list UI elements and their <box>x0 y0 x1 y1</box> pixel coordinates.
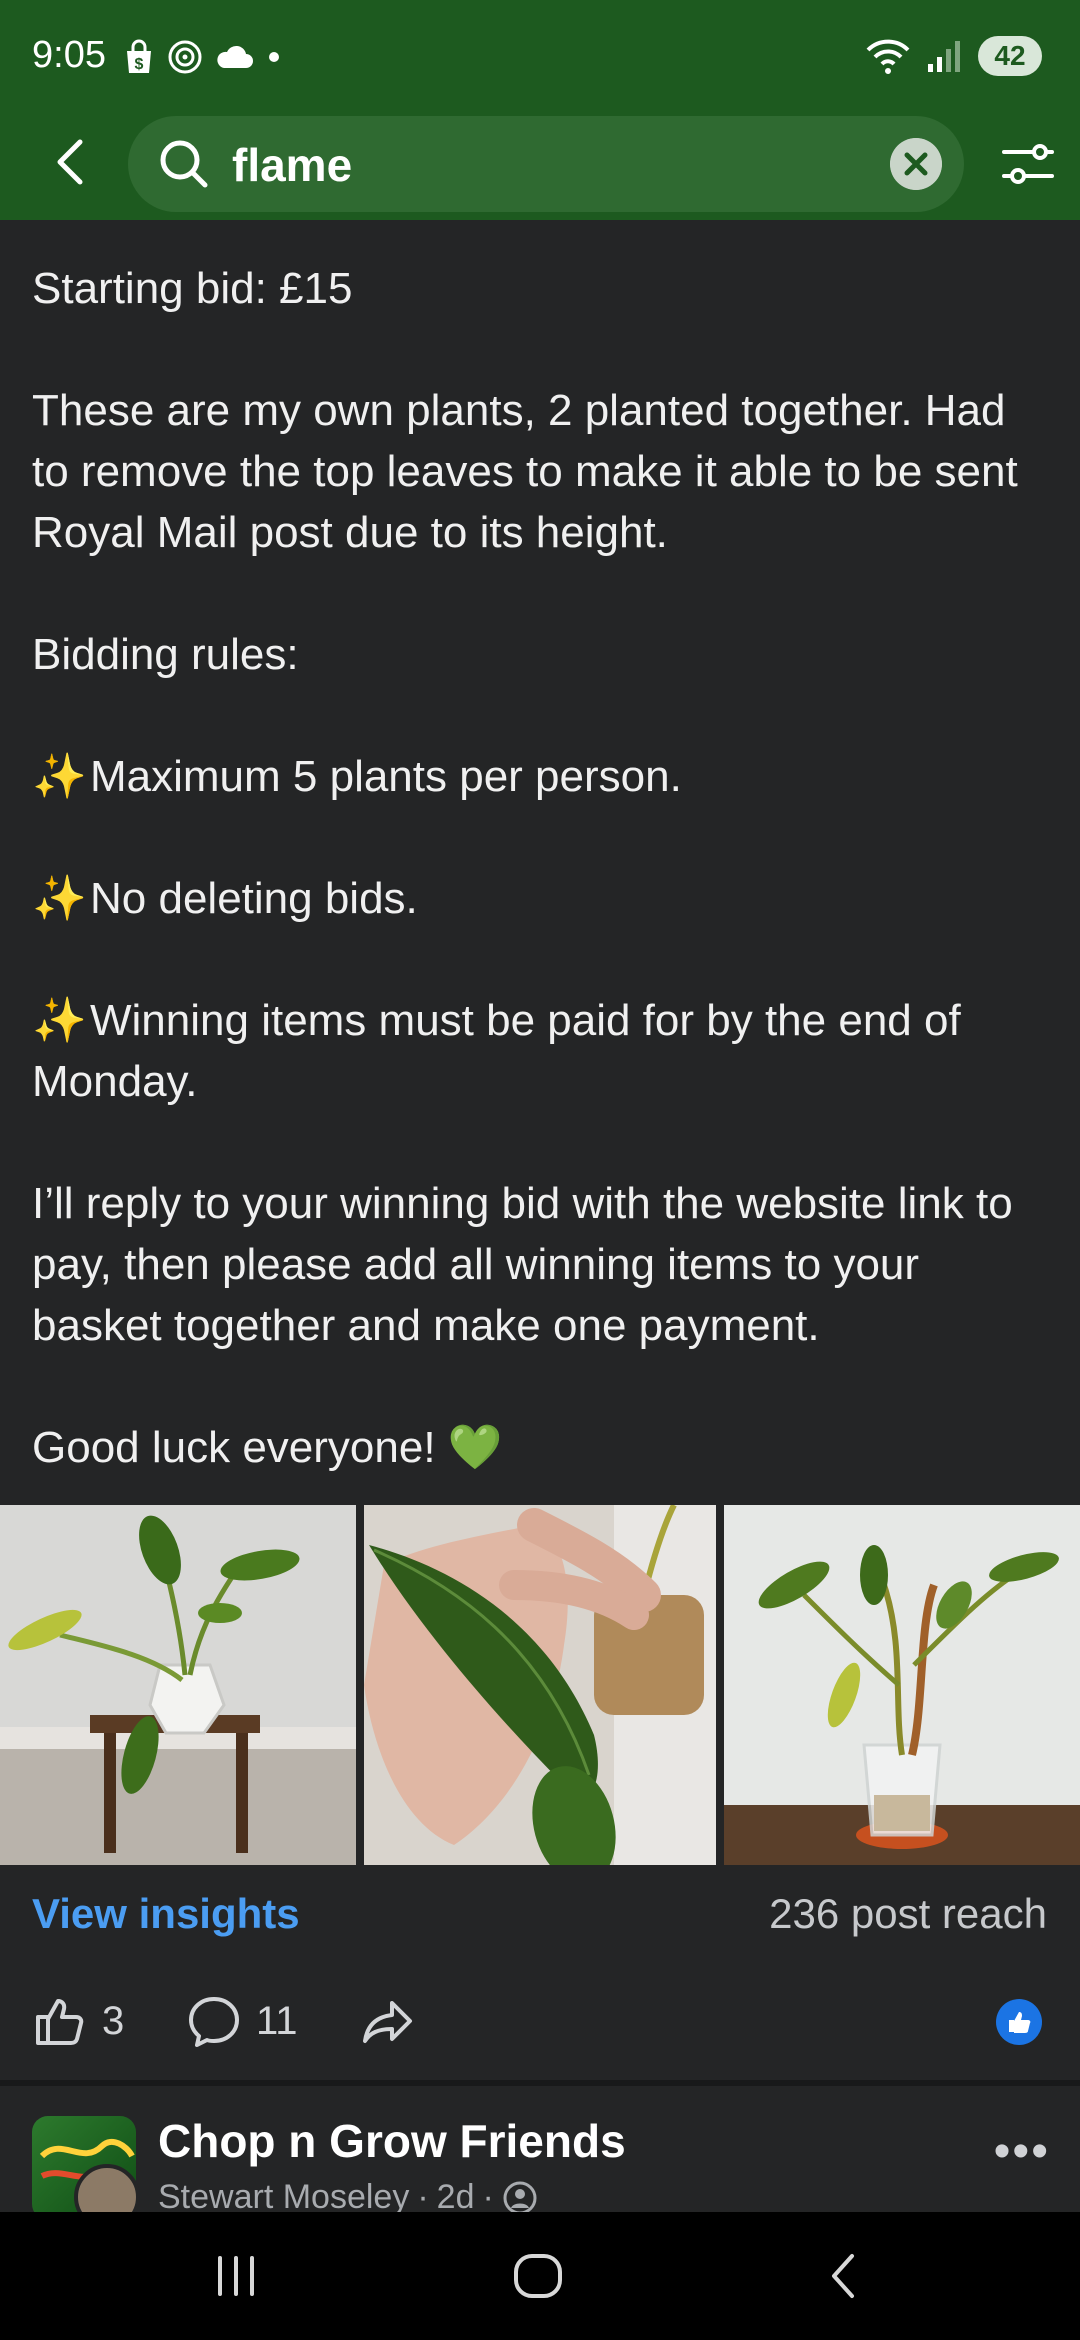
signal-icon <box>928 41 960 72</box>
notification-icons: $ <box>122 38 284 76</box>
status-bar: 9:05 $ 42 <box>0 0 1080 110</box>
rule-text: Maximum 5 plants per person. <box>90 752 682 801</box>
status-time: 9:05 <box>32 34 106 76</box>
group-name[interactable]: Chop n Grow Friends <box>158 2114 626 2168</box>
whatsapp-icon <box>168 40 202 74</box>
post-reach: 236 post reach <box>769 1890 1047 1937</box>
system-icons: 42 <box>864 36 1042 76</box>
sparkles-icon: ✨ <box>32 996 87 1045</box>
thumbs-up-icon <box>36 1999 84 2045</box>
view-insights-link[interactable]: View insights <box>32 1890 300 1938</box>
app-header: 9:05 $ 42 flame <box>0 0 1080 220</box>
rule-text: Winning items must be paid for by the en… <box>32 996 961 1106</box>
post-paragraph: Good luck everyone! 💚 <box>32 1423 503 1472</box>
search-input[interactable]: flame <box>128 116 964 212</box>
rule-item: ✨No deleting bids. <box>32 868 1052 929</box>
post-paragraph: I’ll reply to your winning bid with the … <box>32 1179 1013 1350</box>
like-count: 3 <box>102 1998 125 2043</box>
sparkles-icon: ✨ <box>32 752 87 801</box>
post-paragraph: Starting bid: £15 <box>32 264 353 313</box>
clear-search-icon[interactable] <box>890 138 942 190</box>
post-photos <box>0 1505 1080 1865</box>
post-photo[interactable] <box>0 1505 356 1865</box>
search-bar-row: flame <box>0 112 1080 216</box>
home-icon[interactable] <box>508 2246 568 2306</box>
like-button[interactable]: 3 <box>32 1993 124 2049</box>
share-button[interactable] <box>360 1993 416 2049</box>
post-photo[interactable] <box>724 1505 1080 1865</box>
filter-icon[interactable] <box>998 134 1058 194</box>
rule-text: No deleting bids. <box>90 874 418 923</box>
battery-icon: 42 <box>978 36 1042 76</box>
comment-icon <box>189 1997 239 2047</box>
members-privacy-icon <box>503 2181 537 2214</box>
post-paragraph: Bidding rules: <box>32 630 299 679</box>
next-post-header: Chop n Grow Friends Stewart Moseley · 2d… <box>0 2086 1080 2230</box>
insights-row: View insights 236 post reach <box>0 1880 1080 1952</box>
comment-button[interactable]: 11 <box>186 1993 298 2049</box>
recent-apps-icon[interactable] <box>206 2246 266 2306</box>
search-query: flame <box>232 139 353 191</box>
sparkles-icon: ✨ <box>32 874 87 923</box>
comment-count: 11 <box>256 1998 298 2043</box>
post-actions: 3 11 <box>0 1985 1080 2065</box>
post-photo[interactable] <box>364 1505 716 1865</box>
wifi-icon <box>866 39 910 74</box>
rule-item: ✨Maximum 5 plants per person. <box>32 746 1052 807</box>
post-paragraph: These are my own plants, 2 planted toget… <box>32 386 1018 557</box>
share-icon <box>363 2001 412 2043</box>
search-icon <box>160 140 208 188</box>
back-icon[interactable] <box>814 2246 874 2306</box>
post-body: Starting bid: £15 These are my own plant… <box>32 258 1052 1478</box>
rule-item: ✨Winning items must be paid for by the e… <box>32 990 1052 1112</box>
system-nav-bar <box>0 2212 1080 2340</box>
more-options-icon[interactable]: ••• <box>994 2124 1050 2179</box>
back-arrow-icon[interactable] <box>44 134 100 190</box>
cloud-icon <box>217 45 253 68</box>
like-reaction-icon <box>996 1999 1042 2045</box>
shopping-bag-icon: $ <box>127 39 151 73</box>
dot-icon <box>269 52 279 62</box>
svg-text:$: $ <box>135 56 144 73</box>
